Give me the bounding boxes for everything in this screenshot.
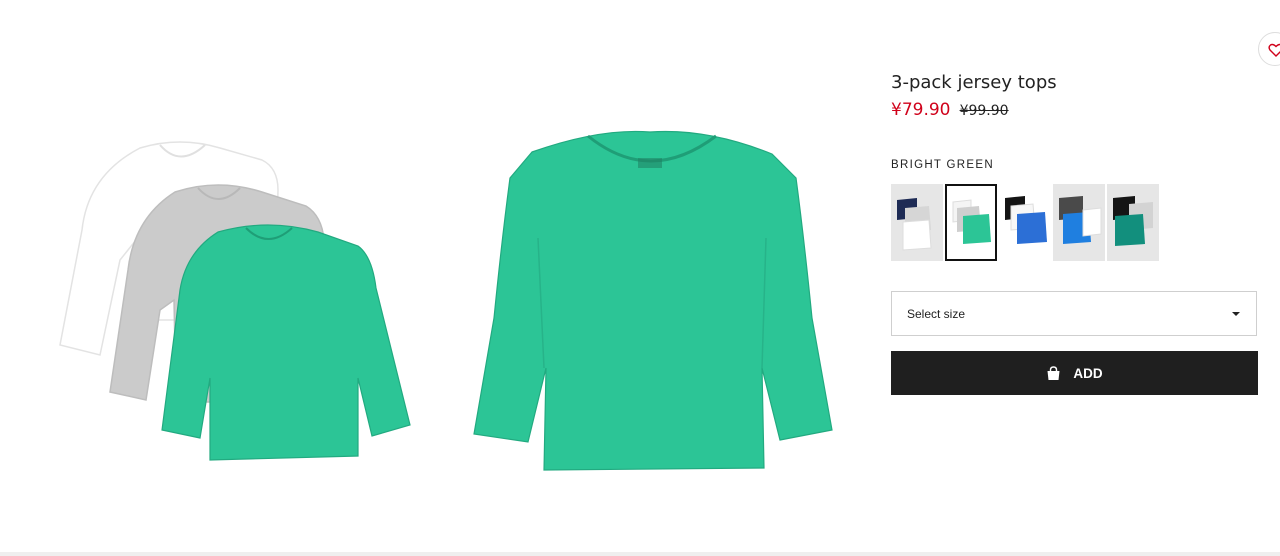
swatch-black-grey-teal[interactable]	[1107, 184, 1159, 261]
original-price: ¥99.90	[959, 103, 1009, 119]
add-button-label: ADD	[1073, 365, 1103, 381]
selected-color-name: BRIGHT GREEN	[891, 159, 994, 171]
product-image-3pack[interactable]	[40, 120, 430, 480]
page-bottom-divider	[0, 552, 1280, 556]
swatch-navy-grey-white[interactable]	[891, 184, 943, 261]
favorite-button[interactable]	[1258, 32, 1280, 66]
price-row: ¥79.90 ¥99.90	[891, 100, 1009, 120]
green-shirt-graphic	[161, 224, 411, 461]
size-select-placeholder: Select size	[907, 307, 966, 321]
size-select[interactable]: Select size	[891, 291, 1257, 336]
swatch-white-grey-green[interactable]	[945, 184, 997, 261]
swatch-grey-blue-white[interactable]	[1053, 184, 1105, 261]
add-to-bag-button[interactable]: ADD	[891, 351, 1258, 395]
chevron-down-icon	[1232, 312, 1240, 316]
product-title: 3-pack jersey tops	[891, 72, 1057, 93]
color-swatches	[891, 184, 1159, 261]
heart-icon	[1268, 43, 1280, 57]
sale-price: ¥79.90	[891, 100, 951, 120]
shopping-bag-icon	[1047, 365, 1060, 380]
swatch-black-white-blue[interactable]	[999, 184, 1051, 261]
product-image-main[interactable]	[460, 118, 850, 488]
